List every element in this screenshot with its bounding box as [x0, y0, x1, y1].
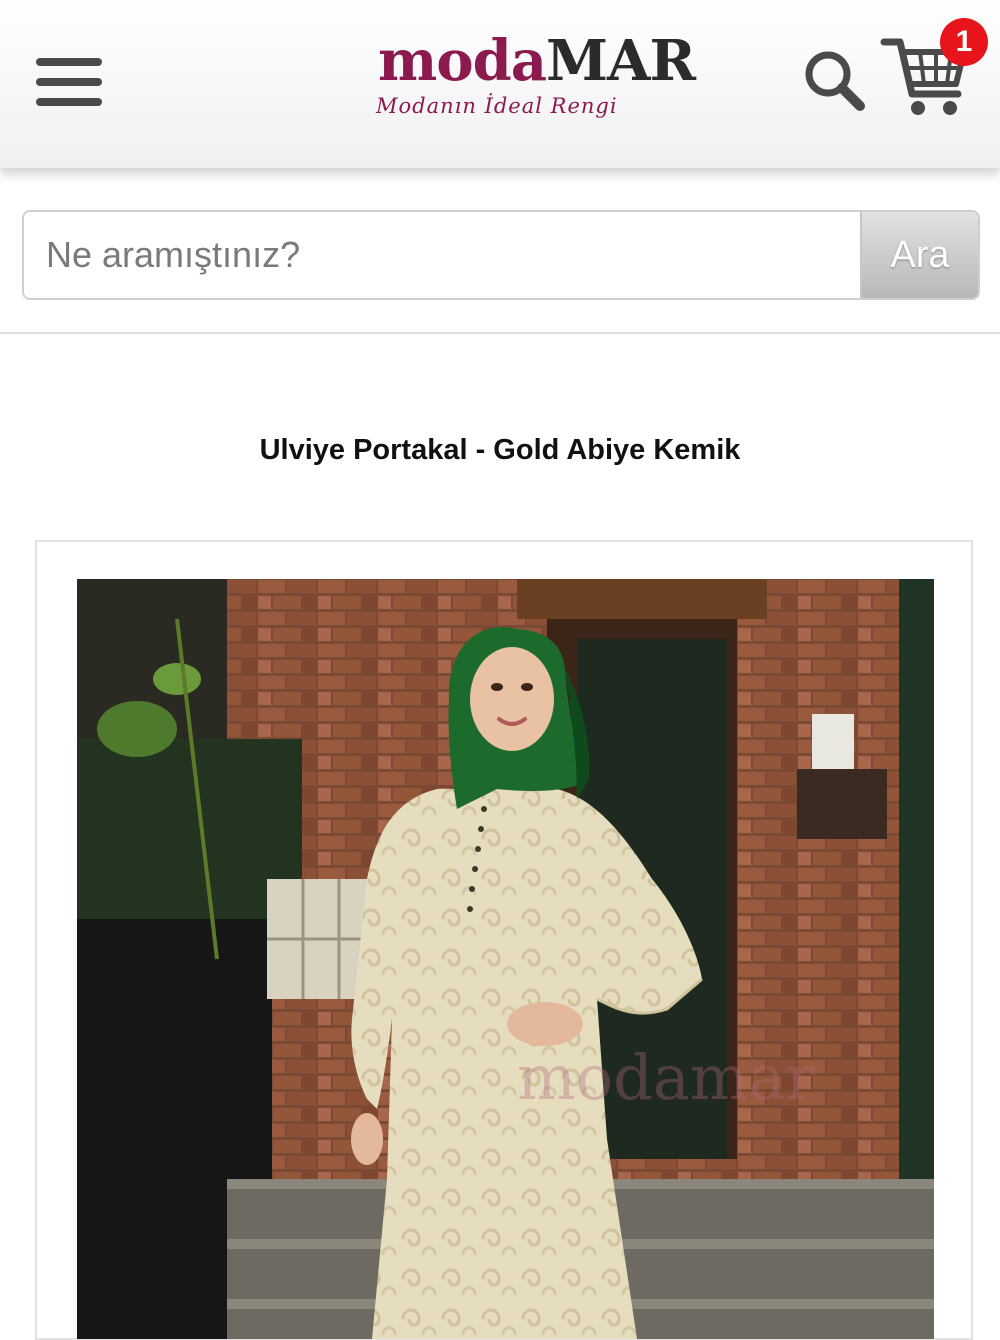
- site-logo[interactable]: modaMAR Modanın İdeal Rengi: [370, 20, 696, 130]
- header-divider: [0, 332, 1000, 334]
- logo-wordmark: modaMAR: [378, 26, 696, 96]
- logo-text-moda: moda: [378, 28, 547, 94]
- hamburger-menu-icon[interactable]: [36, 58, 104, 112]
- search-input[interactable]: [24, 212, 864, 298]
- search-bar: Ara: [22, 210, 980, 300]
- product-photo[interactable]: modamar: [77, 579, 934, 1339]
- cart-count-badge[interactable]: 1: [940, 18, 988, 66]
- product-title: Ulviye Portakal - Gold Abiye Kemik: [259, 434, 741, 466]
- search-submit-button[interactable]: Ara: [860, 212, 978, 298]
- logo-tagline: Modanın İdeal Rengi: [376, 94, 618, 118]
- photo-watermark: modamar: [517, 1041, 816, 1114]
- logo-text-mar: MAR: [546, 28, 696, 94]
- search-icon[interactable]: [800, 46, 870, 116]
- product-image-card: modamar: [35, 540, 973, 1340]
- site-header: modaMAR Modanın İdeal Rengi: [0, 0, 1000, 168]
